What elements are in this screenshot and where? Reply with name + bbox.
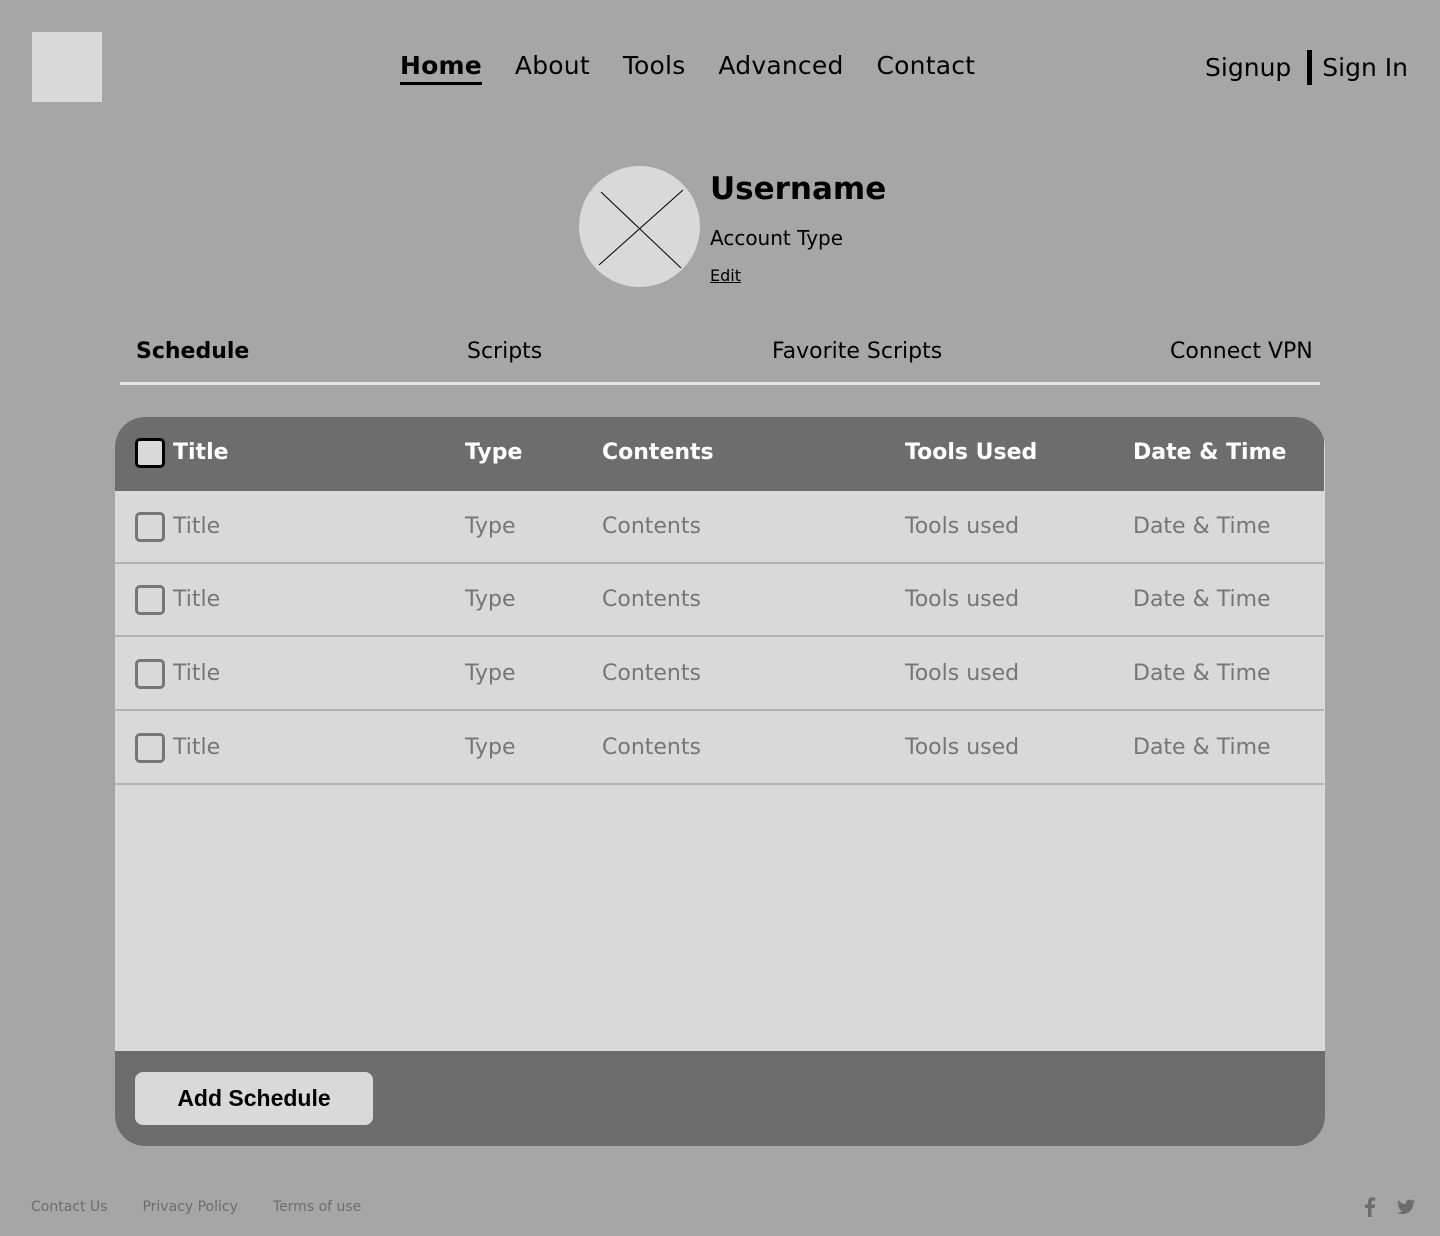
row-date-time: Date & Time bbox=[1133, 661, 1271, 686]
table-footer: Add Schedule bbox=[115, 1051, 1325, 1146]
table-row[interactable]: Title Type Contents Tools used Date & Ti… bbox=[115, 638, 1324, 711]
facebook-icon[interactable] bbox=[1360, 1196, 1380, 1218]
table-header: Title Type Contents Tools Used Date & Ti… bbox=[115, 417, 1324, 491]
column-header-tools-used: Tools Used bbox=[905, 440, 1038, 465]
edit-profile-link[interactable]: Edit bbox=[710, 265, 741, 287]
row-title: Title bbox=[173, 735, 221, 760]
tab-favorite-scripts[interactable]: Favorite Scripts bbox=[772, 337, 942, 367]
row-date-time: Date & Time bbox=[1133, 735, 1271, 760]
row-date-time: Date & Time bbox=[1133, 587, 1271, 612]
nav-contact-link[interactable]: Contact bbox=[877, 50, 976, 85]
row-contents: Contents bbox=[602, 661, 701, 686]
auth-divider bbox=[1307, 50, 1313, 85]
row-checkbox[interactable] bbox=[135, 733, 165, 763]
image-placeholder-icon bbox=[598, 189, 684, 269]
footer-links: Contact Us Privacy Policy Terms of use bbox=[31, 1198, 361, 1216]
row-tools-used: Tools used bbox=[905, 514, 1020, 539]
avatar-placeholder bbox=[579, 166, 700, 287]
column-header-contents: Contents bbox=[602, 440, 714, 465]
select-all-checkbox[interactable] bbox=[135, 438, 165, 468]
column-header-title: Title bbox=[173, 440, 229, 465]
row-contents: Contents bbox=[602, 514, 701, 539]
row-title: Title bbox=[173, 661, 221, 686]
footer-privacy-policy-link[interactable]: Privacy Policy bbox=[142, 1198, 237, 1216]
row-tools-used: Tools used bbox=[905, 661, 1020, 686]
row-type: Type bbox=[465, 587, 516, 612]
profile-tabs: Schedule Scripts Favorite Scripts Connec… bbox=[120, 335, 1320, 385]
table-row[interactable]: Title Type Contents Tools used Date & Ti… bbox=[115, 491, 1324, 564]
row-contents: Contents bbox=[602, 587, 701, 612]
schedule-table: Title Type Contents Tools Used Date & Ti… bbox=[115, 417, 1325, 1146]
row-type: Type bbox=[465, 735, 516, 760]
row-tools-used: Tools used bbox=[905, 587, 1020, 612]
row-contents: Contents bbox=[602, 735, 701, 760]
row-type: Type bbox=[465, 661, 516, 686]
tab-connect-vpn[interactable]: Connect VPN bbox=[1170, 337, 1313, 367]
add-schedule-button[interactable]: Add Schedule bbox=[135, 1072, 373, 1125]
row-title: Title bbox=[173, 514, 221, 539]
nav-about-link[interactable]: About bbox=[515, 50, 590, 85]
row-title: Title bbox=[173, 587, 221, 612]
page: Home About Tools Advanced Contact Signup… bbox=[0, 0, 1440, 1236]
main-nav: Home About Tools Advanced Contact bbox=[400, 50, 975, 85]
signin-link[interactable]: Sign In bbox=[1322, 52, 1408, 84]
nav-advanced-link[interactable]: Advanced bbox=[718, 50, 843, 85]
username: Username bbox=[710, 171, 887, 207]
table-row[interactable]: Title Type Contents Tools used Date & Ti… bbox=[115, 712, 1324, 785]
row-checkbox[interactable] bbox=[135, 585, 165, 615]
tab-scripts[interactable]: Scripts bbox=[467, 337, 542, 367]
logo-placeholder[interactable] bbox=[32, 32, 102, 102]
row-type: Type bbox=[465, 514, 516, 539]
account-type: Account Type bbox=[710, 226, 844, 250]
row-checkbox[interactable] bbox=[135, 659, 165, 689]
twitter-icon[interactable] bbox=[1396, 1196, 1416, 1218]
social-links bbox=[1360, 1196, 1416, 1218]
tab-schedule[interactable]: Schedule bbox=[136, 337, 249, 367]
footer-contact-us-link[interactable]: Contact Us bbox=[31, 1198, 107, 1216]
table-row[interactable]: Title Type Contents Tools used Date & Ti… bbox=[115, 564, 1324, 637]
nav-home-link[interactable]: Home bbox=[400, 50, 482, 85]
row-date-time: Date & Time bbox=[1133, 514, 1271, 539]
auth-links: Signup Sign In bbox=[1205, 50, 1408, 85]
footer-terms-of-use-link[interactable]: Terms of use bbox=[273, 1198, 361, 1216]
signup-link[interactable]: Signup bbox=[1205, 52, 1291, 84]
nav-tools-link[interactable]: Tools bbox=[623, 50, 686, 85]
column-header-date-time: Date & Time bbox=[1133, 440, 1287, 465]
column-header-type: Type bbox=[465, 440, 523, 465]
row-checkbox[interactable] bbox=[135, 512, 165, 542]
row-tools-used: Tools used bbox=[905, 735, 1020, 760]
